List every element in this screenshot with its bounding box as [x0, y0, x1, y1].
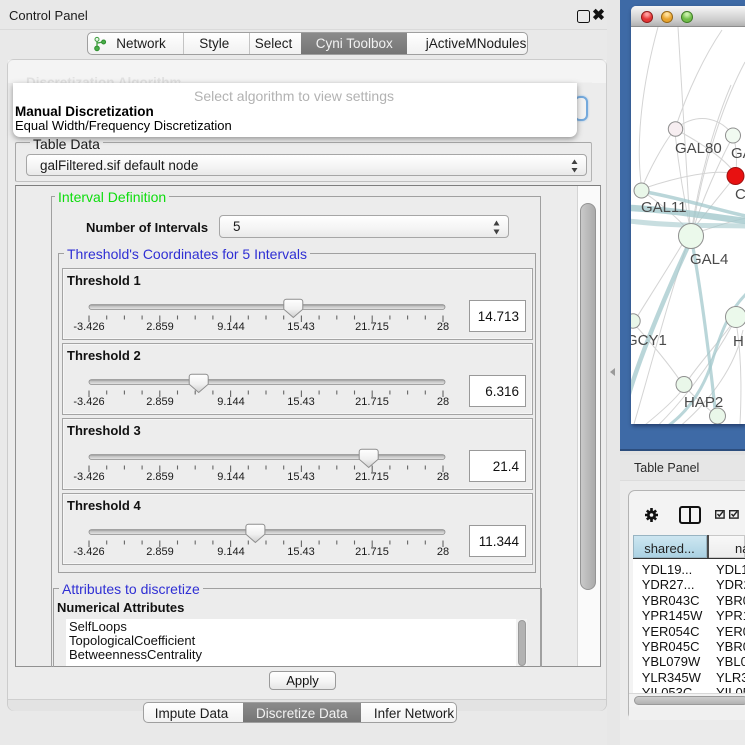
svg-text:GCY1: GCY1: [631, 332, 667, 349]
svg-text:GAL80: GAL80: [675, 140, 722, 157]
svg-text:GAL4: GAL4: [690, 251, 728, 268]
svg-text:HI: HI: [733, 333, 745, 350]
svg-text:HAP2: HAP2: [684, 394, 723, 411]
svg-text:GA: GA: [731, 145, 745, 162]
svg-text:C: C: [735, 186, 745, 203]
svg-text:GAL11: GAL11: [641, 199, 687, 216]
